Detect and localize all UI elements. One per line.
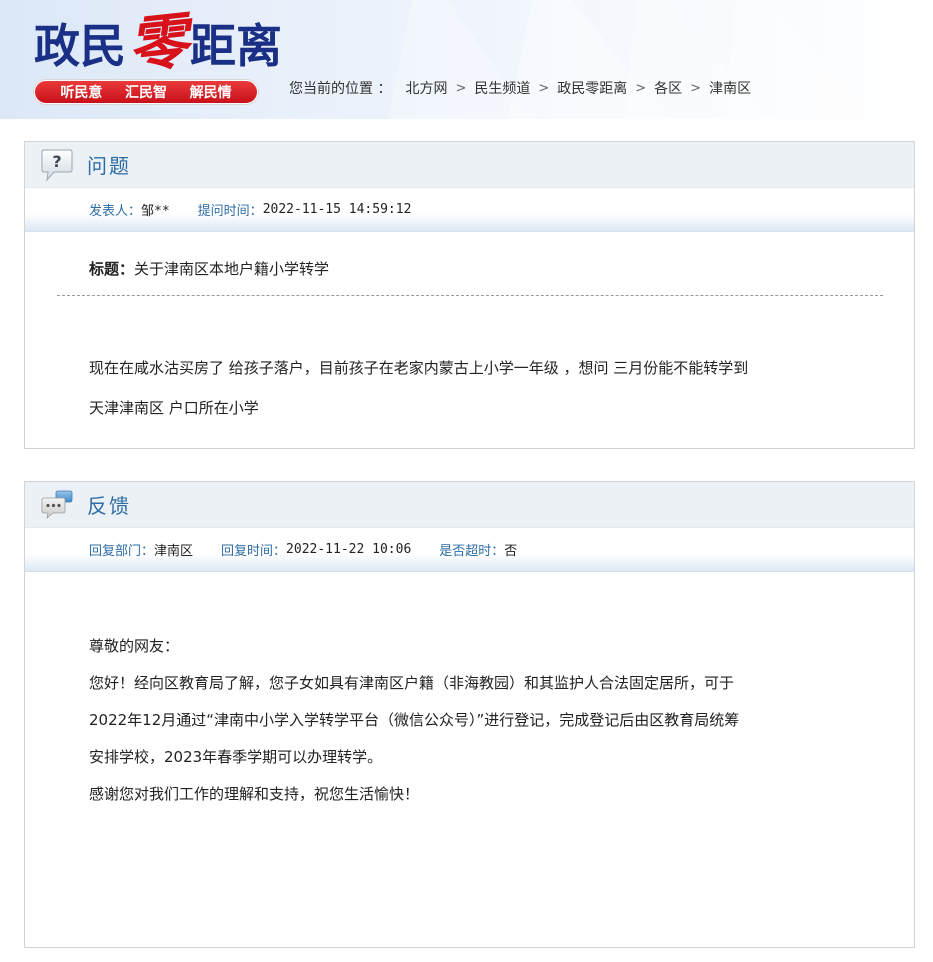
question-time: 2022-11-15 14:59:12 (262, 202, 412, 217)
feedback-body-line: 您好！经向区教育局了解，您子女如具有津南区户籍（非海教园）和其监护人合法固定居所… (89, 674, 735, 692)
breadcrumb-link-jinnan[interactable]: 津南区 (709, 78, 751, 98)
chevron-right-icon: > (538, 80, 550, 96)
question-panel-header: ? 问题 (25, 142, 914, 188)
feedback-panel-header: 反馈 (25, 482, 914, 528)
question-title-label: 标题： (89, 260, 135, 278)
breadcrumb: 您当前的位置 ： 北方网 > 民生频道 > 政民零距离 > 各区 > 津南区 (289, 78, 751, 98)
poster-label: 发表人： (89, 204, 142, 219)
question-panel: ? 问题 发表人： 邹** 提问时间： 2022-11-15 14:59:12 … (24, 141, 915, 449)
logo-text-part2: 距离 (190, 19, 282, 73)
poster-name: 邹** (141, 204, 170, 219)
site-header: 政民 零 距离 听民意 汇民智 解民情 您当前的位置 ： 北方网 > 民生频道 … (0, 0, 933, 119)
slogan-item: 听民意 (60, 85, 103, 101)
slogan-item: 汇民智 (124, 85, 167, 101)
feedback-body-line: 感谢您对我们工作的理解和支持，祝您生活愉快！ (89, 785, 420, 803)
feedback-body-line: 尊敬的网友： (89, 637, 180, 655)
breadcrumb-link-districts[interactable]: 各区 (654, 78, 682, 98)
slogan-item: 解民情 (189, 85, 232, 101)
question-body-line: 现在在咸水沽买房了 给孩子落户，目前孩子在老家内蒙古上小学一年级 ，想问 三月份… (89, 359, 749, 377)
breadcrumb-link-minsheng[interactable]: 民生频道 (474, 78, 530, 98)
reply-time: 2022-11-22 10:06 (286, 542, 412, 557)
question-body: 现在在咸水沽买房了 给孩子落户，目前孩子在老家内蒙古上小学一年级 ，想问 三月份… (89, 348, 869, 428)
question-title: 关于津南区本地户籍小学转学 (134, 260, 330, 278)
breadcrumb-link-zhengmin[interactable]: 政民零距离 (557, 78, 627, 98)
overdue-value: 否 (504, 544, 518, 559)
question-title-row: 标题：关于津南区本地户籍小学转学 (89, 258, 329, 279)
breadcrumb-label: 您当前的位置 ： (289, 81, 392, 97)
question-mark-icon: ? (41, 148, 73, 182)
question-time-label: 提问时间： (197, 204, 263, 219)
chevron-right-icon: > (690, 80, 702, 96)
question-meta: 发表人： 邹** 提问时间： 2022-11-15 14:59:12 (25, 188, 914, 232)
feedback-meta: 回复部门： 津南区 回复时间： 2022-11-22 10:06 是否超时： 否 (25, 528, 914, 572)
chevron-right-icon: > (635, 80, 647, 96)
chat-bubble-icon (41, 490, 73, 520)
slogan-bar: 听民意 汇民智 解民情 (34, 80, 258, 104)
svg-text:?: ? (52, 152, 61, 171)
feedback-section-title: 反馈 (87, 494, 131, 518)
feedback-body: 尊敬的网友： 您好！经向区教育局了解，您子女如具有津南区户籍（非海教园）和其监护… (89, 628, 869, 813)
divider (57, 295, 883, 296)
feedback-panel: 反馈 回复部门： 津南区 回复时间： 2022-11-22 10:06 是否超时… (24, 481, 915, 948)
logo-text-accent: 零 (124, 6, 192, 82)
question-body-line: 天津津南区 户口所在小学 (89, 399, 259, 417)
header-decoration (388, 0, 933, 119)
question-section-title: 问题 (87, 154, 131, 178)
reply-time-label: 回复时间： (221, 544, 287, 559)
reply-dept-label: 回复部门： (89, 544, 155, 559)
feedback-body-line: 安排学校，2023年春季学期可以办理转学。 (89, 748, 383, 766)
overdue-label: 是否超时： (439, 544, 505, 559)
reply-dept: 津南区 (154, 544, 194, 559)
site-logo[interactable]: 政民 零 距离 (34, 6, 282, 82)
breadcrumb-link-beifang[interactable]: 北方网 (405, 78, 447, 98)
feedback-body-line: 2022年12月通过“津南中小学入学转学平台（微信公众号）”进行登记，完成登记后… (89, 711, 740, 729)
logo-text-part1: 政民 (34, 19, 126, 73)
chevron-right-icon: > (455, 80, 467, 96)
